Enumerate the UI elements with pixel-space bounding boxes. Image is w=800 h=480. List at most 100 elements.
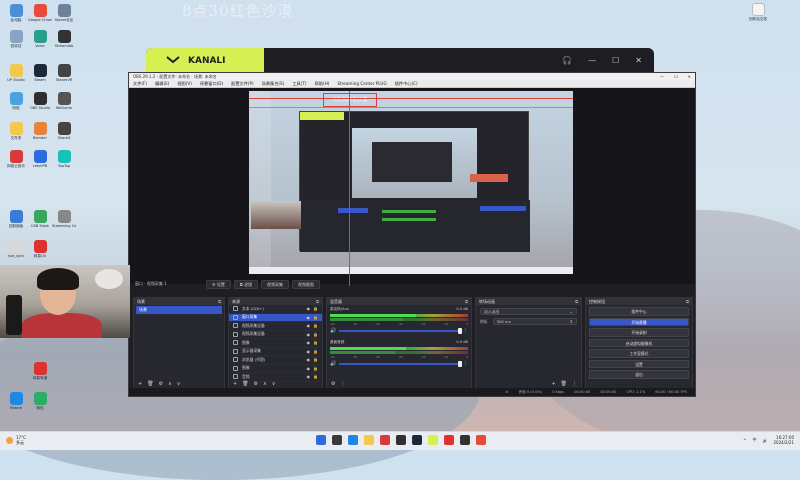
- visibility-icon[interactable]: ◉: [307, 349, 311, 354]
- obs-icon[interactable]: [396, 435, 406, 445]
- desktop-icon[interactable]: Google Chrome: [28, 4, 52, 22]
- visibility-icon[interactable]: ◉: [307, 315, 311, 320]
- move-source-down-button[interactable]: ∨: [272, 381, 276, 387]
- source-item[interactable]: 视频采集设备 ◉ 🔒: [229, 331, 322, 339]
- desktop-icon[interactable]: 微信: [28, 392, 52, 410]
- preview-canvas[interactable]: 8点30红色沙漠: [249, 91, 573, 274]
- source-item[interactable]: 图像 ◉ 🔒: [229, 339, 322, 348]
- desktop-file-icon[interactable]: 回收站文档: [746, 3, 770, 21]
- desktop-icon[interactable]: ShareX: [52, 122, 76, 140]
- menu-item[interactable]: 帮助(H): [315, 80, 330, 87]
- close-button[interactable]: ✕: [635, 56, 642, 65]
- menu-item[interactable]: 编辑(E): [155, 80, 169, 87]
- source-item[interactable]: 视频采集设备 ◉ 🔒: [229, 322, 322, 331]
- dock-options-icon[interactable]: ⧉: [465, 298, 468, 305]
- volume-fader[interactable]: 🔊 ⋮: [330, 361, 468, 367]
- duration-input[interactable]: 300 ms ⇕: [492, 318, 577, 325]
- remove-scene-button[interactable]: 🗑: [147, 381, 153, 387]
- taskview-icon[interactable]: [348, 435, 358, 445]
- desktop-icon[interactable]: 此电脑: [4, 4, 28, 22]
- dock-options-icon[interactable]: ⧉: [686, 298, 689, 305]
- desktop-icon[interactable]: WeGame: [52, 92, 76, 110]
- kanali-icon[interactable]: [428, 435, 438, 445]
- desktop-icon[interactable]: 网易UU: [28, 240, 52, 258]
- dock-options-icon[interactable]: ⧉: [218, 298, 221, 305]
- clock[interactable]: 16:27:00 2024/2/21: [773, 435, 794, 445]
- visibility-icon[interactable]: ◉: [307, 306, 311, 311]
- close-button[interactable]: ✕: [688, 73, 691, 80]
- transition-menu-button[interactable]: ⋮: [572, 381, 577, 387]
- menu-item[interactable]: 配置文件(P): [231, 80, 254, 87]
- maximize-button[interactable]: ☐: [674, 73, 678, 80]
- desktop-icon[interactable]: Mstore: [4, 392, 28, 410]
- speaker-icon[interactable]: 🔊: [330, 361, 336, 367]
- menu-item[interactable]: 文件(F): [133, 80, 147, 87]
- source-settings-button[interactable]: ⚙ 设置: [206, 279, 231, 289]
- lock-icon[interactable]: 🔒: [313, 306, 318, 311]
- visibility-icon[interactable]: ◉: [307, 323, 311, 328]
- menu-item[interactable]: 工具(T): [292, 80, 306, 87]
- menu-item[interactable]: Streaming Center PLUG: [337, 80, 386, 87]
- volume-slider-handle[interactable]: [458, 328, 462, 334]
- source-item[interactable]: 窗口采集 ◉ 🔒: [229, 313, 322, 322]
- volume-slider[interactable]: [339, 361, 462, 367]
- scene-item[interactable]: 场景: [136, 306, 222, 314]
- menu-item[interactable]: 视图(V): [177, 80, 192, 87]
- desktop-icon[interactable]: TapTap: [52, 150, 76, 168]
- volume-slider[interactable]: [339, 328, 462, 334]
- lock-icon[interactable]: 🔒: [313, 332, 318, 337]
- control-button[interactable]: 启动虚拟摄像机: [589, 338, 689, 347]
- source-filters-button[interactable]: ⧉ 滤镜: [233, 279, 258, 289]
- preview-text-source[interactable]: 8点30红色沙漠: [323, 93, 377, 107]
- move-scene-down-button[interactable]: ∨: [177, 381, 181, 387]
- lock-icon[interactable]: 🔒: [313, 357, 318, 362]
- desktop-icon[interactable]: 控制面板: [4, 210, 28, 228]
- dock-options-icon[interactable]: ⧉: [316, 298, 319, 305]
- mixer-menu-button[interactable]: ⋮: [340, 381, 345, 387]
- scene-settings-button[interactable]: ⚙: [159, 381, 163, 387]
- desktop-icon[interactable]: Voice: [28, 30, 52, 48]
- search-icon[interactable]: [332, 435, 342, 445]
- minimize-button[interactable]: —: [660, 73, 664, 80]
- control-button[interactable]: 插件中心: [589, 307, 689, 316]
- desktop-icon[interactable]: 网易有道: [28, 362, 52, 380]
- dock-options-icon[interactable]: ⧉: [575, 298, 578, 305]
- netease-icon[interactable]: [380, 435, 390, 445]
- windows-icon[interactable]: [316, 435, 326, 445]
- add-source-button[interactable]: +: [233, 381, 237, 387]
- control-button[interactable]: 退出: [589, 370, 689, 379]
- maximize-button[interactable]: ☐: [612, 56, 619, 65]
- input-method-icon[interactable]: 中: [753, 437, 757, 443]
- lock-icon[interactable]: 🔒: [313, 315, 318, 320]
- visibility-icon[interactable]: ◉: [307, 332, 311, 337]
- music-icon[interactable]: [444, 435, 454, 445]
- tray-overflow-icon[interactable]: ^: [743, 438, 746, 443]
- desktop-icon[interactable]: hue_sync: [4, 240, 28, 258]
- lock-icon[interactable]: 🔒: [313, 323, 318, 328]
- mixer-settings-button[interactable]: ⚙: [331, 381, 335, 387]
- volume-icon[interactable]: 🔊: [763, 438, 768, 443]
- desktop-icon[interactable]: Blender: [28, 122, 52, 140]
- remove-source-button[interactable]: 🗑: [242, 381, 248, 387]
- menu-item[interactable]: 停靠窗口(D): [200, 80, 223, 87]
- kanali-window[interactable]: KANALI 🎧 — ☐ ✕: [146, 48, 654, 74]
- menu-item[interactable]: 场景集合(S): [262, 80, 285, 87]
- control-button[interactable]: 设置: [589, 359, 689, 368]
- weather-widget[interactable]: 17°C 多云: [6, 435, 26, 445]
- visibility-icon[interactable]: ◉: [307, 366, 311, 371]
- source-item[interactable]: 图像 ◉ 🔒: [229, 365, 322, 373]
- desktop-icon[interactable]: 网络: [4, 92, 28, 110]
- visibility-icon[interactable]: ◉: [307, 340, 311, 345]
- desktop-icon[interactable]: LetsVPN: [28, 150, 52, 168]
- game-icon[interactable]: [460, 435, 470, 445]
- desktop-icon[interactable]: Streamlab: [52, 30, 76, 48]
- desktop-icon[interactable]: Streaming Center: [52, 210, 76, 228]
- desktop-icon[interactable]: Steam: [28, 64, 52, 82]
- remove-transition-button[interactable]: 🗑: [561, 381, 567, 387]
- volume-fader[interactable]: 🔊 ⋮: [330, 328, 468, 334]
- control-button[interactable]: 开始录制: [589, 328, 689, 337]
- channel-menu-icon[interactable]: ⋮: [463, 328, 468, 334]
- headset-icon[interactable]: 🎧: [562, 56, 572, 65]
- desktop-icon[interactable]: SteamVR: [52, 64, 76, 82]
- visibility-icon[interactable]: ◉: [307, 357, 311, 362]
